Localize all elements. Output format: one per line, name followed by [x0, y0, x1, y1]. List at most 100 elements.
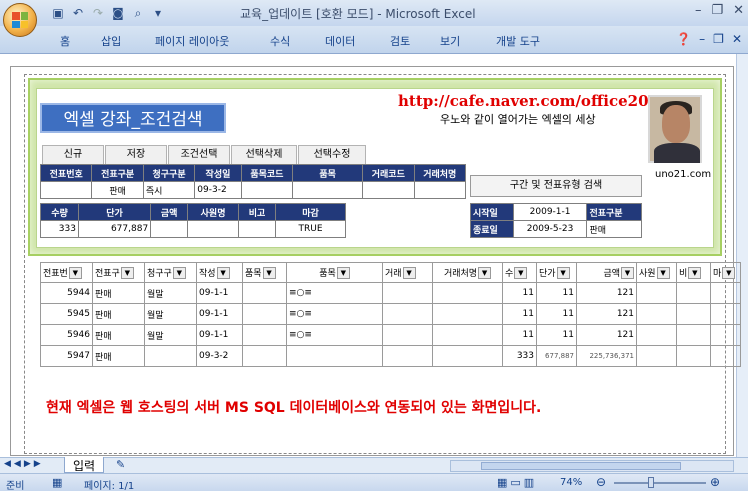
redo-icon[interactable]: ↷ [90, 6, 106, 21]
filter-dropdown-icon[interactable]: ▼ [688, 267, 702, 280]
print-preview-icon[interactable]: ⌕ [130, 6, 146, 21]
cafe-url-link[interactable]: http://cafe.naver.com/office2080 [398, 92, 669, 110]
table-cell[interactable] [242, 324, 287, 346]
cell-employee[interactable] [187, 220, 240, 238]
table-cell[interactable]: 11 [502, 324, 537, 346]
table-cell[interactable]: 09-1-1 [196, 303, 243, 325]
table-cell[interactable] [286, 345, 383, 367]
table-cell[interactable] [710, 282, 741, 304]
sheet-tab-input[interactable]: 입력 [64, 457, 105, 473]
table-cell[interactable]: ≡○≡ [286, 303, 383, 325]
wb-close-icon[interactable]: ✕ [732, 32, 742, 46]
office-button[interactable] [3, 3, 37, 37]
sheet-nav-icon[interactable]: ◀◀▶▶ [4, 459, 44, 469]
filter-dropdown-icon[interactable]: ▼ [172, 267, 186, 280]
undo-icon[interactable]: ↶ [70, 6, 86, 21]
table-cell[interactable] [710, 324, 741, 346]
save-icon[interactable]: ▣ [50, 6, 66, 21]
table-cell[interactable]: 11 [536, 324, 577, 346]
filter-dropdown-icon[interactable]: ▼ [514, 267, 528, 280]
table-cell[interactable] [710, 345, 741, 367]
search-range-button[interactable]: 구간 및 전표유형 검색 [470, 175, 642, 197]
cell-amount[interactable] [150, 220, 189, 238]
filter-dropdown-icon[interactable]: ▼ [722, 267, 736, 280]
tab-formulas[interactable]: 수식 [270, 33, 290, 49]
filter-dropdown-icon[interactable]: ▼ [120, 267, 134, 280]
table-cell[interactable]: ≡○≡ [286, 324, 383, 346]
wb-minimize-icon[interactable]: – [699, 32, 705, 46]
table-cell[interactable] [432, 345, 503, 367]
table-cell[interactable] [382, 282, 433, 304]
cell-bill-type[interactable]: 즉시 [142, 181, 196, 199]
insert-sheet-icon[interactable]: ✎ [116, 458, 125, 471]
table-cell[interactable]: 5946 [40, 324, 93, 346]
filter-dropdown-icon[interactable]: ▼ [556, 267, 570, 280]
camera-icon[interactable]: ◙ [110, 6, 126, 21]
table-cell[interactable]: 11 [502, 282, 537, 304]
filter-dropdown-icon[interactable]: ▼ [656, 267, 670, 280]
close-icon[interactable]: ✕ [733, 3, 744, 18]
customize-qat-icon[interactable]: ▾ [150, 6, 166, 21]
table-cell[interactable]: 225,736,371 [576, 345, 637, 367]
scroll-thumb[interactable] [481, 462, 681, 470]
table-cell[interactable]: 판매 [92, 303, 145, 325]
table-cell[interactable] [636, 303, 677, 325]
zoom-out-icon[interactable]: ⊖ [596, 475, 606, 489]
table-cell[interactable] [676, 282, 711, 304]
table-cell[interactable]: 판매 [92, 345, 145, 367]
cell-client-code[interactable] [362, 181, 415, 199]
table-cell[interactable]: 판매 [92, 324, 145, 346]
new-button[interactable]: 신규 [42, 145, 104, 165]
tab-review[interactable]: 검토 [390, 33, 410, 49]
table-cell[interactable] [636, 345, 677, 367]
minimize-icon[interactable]: – [695, 3, 702, 18]
table-cell[interactable]: 121 [576, 303, 637, 325]
cell-qty[interactable]: 333 [40, 220, 79, 238]
table-cell[interactable]: 121 [576, 324, 637, 346]
table-cell[interactable]: 677,887 [536, 345, 577, 367]
cell-client-name[interactable] [413, 181, 467, 199]
help-icon[interactable]: ❓ [676, 32, 691, 46]
tab-view[interactable]: 보기 [440, 33, 460, 49]
table-cell[interactable]: 판매 [92, 282, 145, 304]
filter-dropdown-icon[interactable]: ▼ [478, 267, 492, 280]
horizontal-scrollbar[interactable] [450, 460, 734, 472]
cell-price[interactable]: 677,887 [77, 220, 152, 238]
table-cell[interactable] [636, 282, 677, 304]
table-cell[interactable]: 09-1-1 [196, 282, 243, 304]
table-cell[interactable]: 333 [502, 345, 537, 367]
cell-item-code[interactable] [240, 181, 294, 199]
vertical-scrollbar[interactable] [736, 54, 748, 457]
table-cell[interactable] [382, 345, 433, 367]
filter-dropdown-icon[interactable]: ▼ [262, 267, 276, 280]
cell-date[interactable]: 09-3-2 [194, 181, 242, 199]
table-cell[interactable] [710, 303, 741, 325]
table-row[interactable]: 5946 판매 월말 09-1-1 ≡○≡ 11 11 121 [40, 324, 741, 346]
zoom-in-icon[interactable]: ⊕ [710, 475, 720, 489]
table-row[interactable]: 5947 판매 09-3-2 333 677,887 225,736,371 [40, 345, 741, 367]
table-cell[interactable]: 11 [502, 303, 537, 325]
table-cell[interactable]: 11 [536, 282, 577, 304]
restore-icon[interactable]: ❐ [711, 3, 723, 18]
table-cell[interactable]: 09-3-2 [196, 345, 243, 367]
table-cell[interactable]: 11 [536, 303, 577, 325]
table-cell[interactable] [432, 282, 503, 304]
table-row[interactable]: 5945 판매 월말 09-1-1 ≡○≡ 11 11 121 [40, 303, 741, 325]
table-cell[interactable] [144, 345, 197, 367]
filter-dropdown-icon[interactable]: ▼ [216, 267, 230, 280]
table-cell[interactable]: 121 [576, 282, 637, 304]
filter-dropdown-icon[interactable]: ▼ [336, 267, 350, 280]
table-cell[interactable]: 09-1-1 [196, 324, 243, 346]
select-condition-button[interactable]: 조건선택 [168, 145, 230, 165]
table-cell[interactable]: 5947 [40, 345, 93, 367]
tab-insert[interactable]: 삽입 [101, 33, 121, 49]
cell-slip-type[interactable]: 판매 [91, 181, 144, 199]
table-cell[interactable] [382, 303, 433, 325]
table-cell[interactable] [676, 324, 711, 346]
view-buttons-icon[interactable]: ▦▭▥ [497, 476, 537, 489]
filter-dropdown-icon[interactable]: ▼ [621, 267, 634, 280]
table-cell[interactable] [242, 303, 287, 325]
macro-record-icon[interactable]: ▦ [52, 476, 62, 489]
filter-dropdown-icon[interactable]: ▼ [402, 267, 416, 280]
zoom-slider[interactable] [614, 482, 706, 484]
